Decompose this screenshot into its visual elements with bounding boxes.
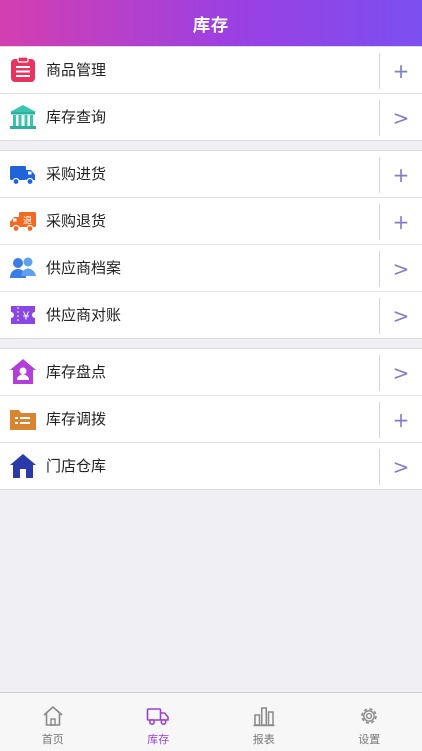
bar-chart-icon <box>252 704 276 728</box>
menu-item-store-warehouse[interactable]: 门店仓库 > <box>0 443 422 489</box>
gear-icon <box>357 704 381 728</box>
chevron-right-button[interactable]: > <box>379 449 422 485</box>
menu-item-label: 门店仓库 <box>46 443 106 489</box>
yen-ticket-icon: ¥ <box>9 301 37 329</box>
menu-item-goods-management[interactable]: 商品管理 + <box>0 47 422 94</box>
clipboard-list-icon <box>9 56 37 84</box>
tab-label: 报表 <box>253 731 275 747</box>
add-button[interactable]: + <box>379 402 422 438</box>
tab-reports[interactable]: 报表 <box>211 693 317 751</box>
svg-text:退: 退 <box>23 216 32 227</box>
menu-item-label: 库存调拨 <box>46 396 106 442</box>
tab-label: 库存 <box>147 731 169 747</box>
menu-item-label: 供应商对账 <box>46 292 121 338</box>
menu-group-purchase: 采购进货 + 退 采购退货 + 供应商档案 > <box>0 150 422 339</box>
menu-item-stock-transfer[interactable]: 库存调拨 + <box>0 396 422 443</box>
home-icon <box>41 704 65 728</box>
app-header: 库存 <box>0 0 422 46</box>
tab-home[interactable]: 首页 <box>0 693 106 751</box>
menu-item-label: 采购进货 <box>46 151 106 197</box>
menu-item-stock-query[interactable]: 库存查询 > <box>0 94 422 140</box>
menu-group-inventory: 库存盘点 > 库存调拨 + 门店仓库 > <box>0 348 422 490</box>
house-person-icon <box>9 358 37 386</box>
menu-item-label: 库存查询 <box>46 94 106 140</box>
menu-group-goods: 商品管理 + 库存查询 > <box>0 46 422 141</box>
return-truck-icon: 退 <box>9 207 37 235</box>
menu-item-supplier-reconcile[interactable]: ¥ 供应商对账 > <box>0 292 422 338</box>
transfer-folder-icon <box>9 405 37 433</box>
delivery-truck-icon <box>9 160 37 188</box>
store-house-icon <box>9 452 37 480</box>
add-button[interactable]: + <box>379 204 422 240</box>
add-button[interactable]: + <box>379 53 422 89</box>
menu-item-label: 商品管理 <box>46 47 106 93</box>
bottom-tab-bar: 首页 库存 报表 设置 <box>0 692 422 751</box>
tab-label: 设置 <box>358 731 380 747</box>
menu-item-label: 库存盘点 <box>46 349 106 395</box>
chevron-right-button[interactable]: > <box>379 298 422 334</box>
menu-item-stock-take[interactable]: 库存盘点 > <box>0 349 422 396</box>
page-title: 库存 <box>193 11 229 36</box>
menu-item-supplier-profile[interactable]: 供应商档案 > <box>0 245 422 292</box>
chevron-right-button[interactable]: > <box>379 100 422 136</box>
menu-item-purchase-in[interactable]: 采购进货 + <box>0 151 422 198</box>
tab-inventory[interactable]: 库存 <box>106 693 212 751</box>
menu-item-purchase-return[interactable]: 退 采购退货 + <box>0 198 422 245</box>
chevron-right-button[interactable]: > <box>379 251 422 287</box>
menu-item-label: 供应商档案 <box>46 245 121 291</box>
tab-label: 首页 <box>42 731 64 747</box>
truck-icon <box>146 704 170 728</box>
add-button[interactable]: + <box>379 157 422 193</box>
warehouse-building-icon <box>9 103 37 131</box>
menu-item-label: 采购退货 <box>46 198 106 244</box>
chevron-right-button[interactable]: > <box>379 355 422 391</box>
tab-settings[interactable]: 设置 <box>317 693 422 751</box>
svg-text:¥: ¥ <box>23 310 30 323</box>
supplier-users-icon <box>9 254 37 282</box>
